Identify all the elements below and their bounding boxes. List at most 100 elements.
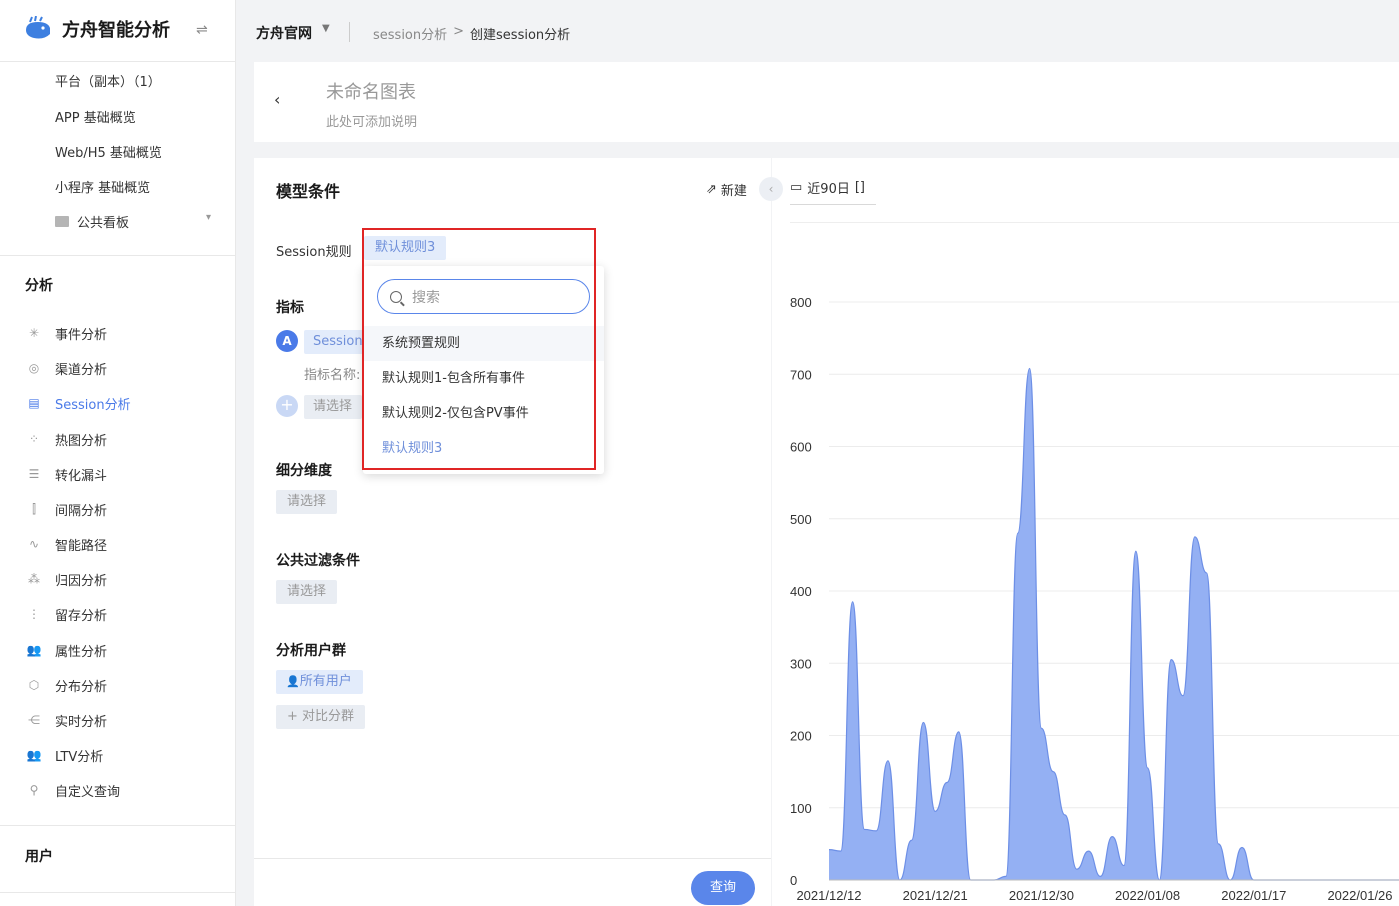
session-area-chart: 0 100 200 300 400 500 600 700 800 2021/12/12 2021/… [790,295,1399,903]
retention-icon: ⋮ [28,607,40,621]
nav-label: 归因分析 [55,573,108,589]
nav-item-channel[interactable]: ◎ 渠道分析 [26,358,107,378]
breakdown-section-title: 细分维度 [276,463,332,479]
compare-group-button[interactable]: + 对比分群 [276,705,366,729]
session-icon: ▤ [28,396,40,410]
folder-icon [55,216,69,227]
nav-label: 间隔分析 [55,503,108,519]
dashboard-item[interactable]: 小程序 基础概览 [55,177,150,196]
dashboard-item[interactable]: 平台（副本）（1） [55,71,161,90]
burst-icon: ✳ [28,326,40,340]
collapse-panel-icon[interactable]: ‹ [759,177,783,201]
nav-label: 事件分析 [55,327,108,343]
interval-icon: ⫿ [32,501,36,516]
nav-item-path[interactable]: ∿ 智能路径 [26,534,107,554]
breadcrumb-current: 创建session分析 [470,28,571,43]
back-arrow-icon[interactable]: ‹ [274,90,280,109]
nav-label: Session分析 [55,397,131,413]
query-button[interactable]: 查询 [691,871,755,905]
session-rule-label: Session规则 [276,245,352,260]
top-bar: 方舟官网 ▼ session分析 > 创建session分析 [236,0,1399,62]
nav-item-interval[interactable]: ⫿ 间隔分析 [26,499,107,519]
filter-select[interactable]: 请选择 [276,580,338,604]
nav-item-realtime[interactable]: ⋲ 实时分析 [26,710,107,730]
panel-title: 模型条件 [276,182,341,201]
distribution-icon: ⬡ [28,678,40,692]
dashboard-item[interactable]: Web/H5 基础概览 [55,142,162,161]
app-name: 方舟智能分析 [62,20,170,41]
x-tick-label: 2022/01/17 [1221,888,1286,903]
filter-section-title: 公共过滤条件 [276,553,360,569]
x-tick-label: 2021/12/12 [796,888,861,903]
metric-section-title: 指标 [276,300,304,316]
metric-placeholder-select[interactable]: 请选择 [304,395,362,419]
nav-label: LTV分析 [55,749,104,765]
realtime-icon: ⋲ [28,713,40,727]
nav-label: 转化漏斗 [55,468,108,484]
sidebar: 方舟智能分析 ⇌ 平台（副本）（1） APP 基础概览 Web/H5 基础概览 … [0,0,236,906]
chart-header: ‹ 未命名图表 此处可添加说明 [254,62,1399,142]
nav-item-event[interactable]: ✳ 事件分析 [26,323,107,343]
funnel-icon: ☰ [28,467,40,481]
metric-name-label: 指标名称: [304,368,361,383]
x-tick-label: 2021/12/30 [1009,888,1074,903]
breakdown-select[interactable]: 请选择 [276,490,338,514]
y-tick-label: 300 [790,656,812,671]
caret-down-icon[interactable]: ▼ [322,23,330,34]
search-icon: ⚲ [29,783,39,797]
site-selector[interactable]: 方舟官网 [256,23,312,43]
nav-item-funnel[interactable]: ☰ 转化漏斗 [26,464,107,484]
x-tick-label: 2021/12/21 [903,888,968,903]
public-board-folder[interactable]: 公共看板 [55,212,129,231]
nav-label: 实时分析 [55,714,108,730]
metric-badge: A [276,330,298,352]
y-tick-label: 600 [790,440,812,455]
nav-label: 智能路径 [55,538,108,554]
nav-label: 热图分析 [55,433,108,449]
y-tick-label: 100 [790,801,812,816]
folder-label: 公共看板 [77,216,130,231]
divider [0,255,235,256]
app-logo[interactable]: 方舟智能分析 [24,16,170,42]
breadcrumb-link[interactable]: session分析 [373,24,447,43]
nav-item-retention[interactable]: ⋮ 留存分析 [26,604,107,624]
all-users-tag[interactable]: 👤所有用户 [276,670,363,694]
series-area [829,368,1399,880]
chevron-down-icon[interactable]: ▾ [206,212,211,223]
divider [349,22,350,42]
nav-item-heatmap[interactable]: ⁘ 热图分析 [26,429,107,449]
nav-label: 渠道分析 [55,362,108,378]
add-metric-icon[interactable]: + [276,395,298,417]
nav-item-attribution[interactable]: ⁂ 归因分析 [26,569,107,589]
y-tick-label: 0 [790,873,797,888]
toggle-sidebar-icon[interactable]: ⇌ [196,22,208,38]
divider [0,61,235,62]
nav-item-ltv[interactable]: 👥 LTV分析 [26,745,104,765]
metric-select[interactable]: Session [304,330,364,354]
users-icon: 👥 [26,643,42,657]
new-button[interactable]: ⇗ 新建 [706,180,747,199]
breadcrumb: session分析 > 创建session分析 [373,24,570,43]
nav-item-property[interactable]: 👥 属性分析 [26,640,108,660]
nav-item-distribution[interactable]: ⬡ 分布分析 [26,675,107,695]
y-tick-label: 800 [790,295,812,310]
nav-item-session[interactable]: ▤ Session分析 [26,393,131,413]
dashboard-item[interactable]: APP 基础概览 [55,107,136,126]
y-tick-label: 500 [790,512,812,527]
chart-panel: ▭ 近90日 [] 0 100 200 300 400 500 600 700 800 2021/… [772,158,1399,906]
x-tick-label: 2022/01/26 [1327,888,1392,903]
chart-description[interactable]: 此处可添加说明 [326,111,417,130]
annotation-highlight-box [362,228,596,470]
new-label: 新建 [720,184,747,199]
y-tick-label: 200 [790,729,812,744]
nav-item-custom-query[interactable]: ⚲ 自定义查询 [26,780,120,800]
whale-logo-icon [26,16,50,39]
group-title-analysis: 分析 [25,278,53,294]
chart-title[interactable]: 未命名图表 [326,78,416,104]
nav-label: 留存分析 [55,608,108,624]
ltv-icon: 👥 [26,748,42,762]
user-group-section-title: 分析用户群 [276,643,346,659]
divider [0,825,235,826]
nav-label: 自定义查询 [55,784,121,800]
nav-label: 分布分析 [55,679,108,695]
